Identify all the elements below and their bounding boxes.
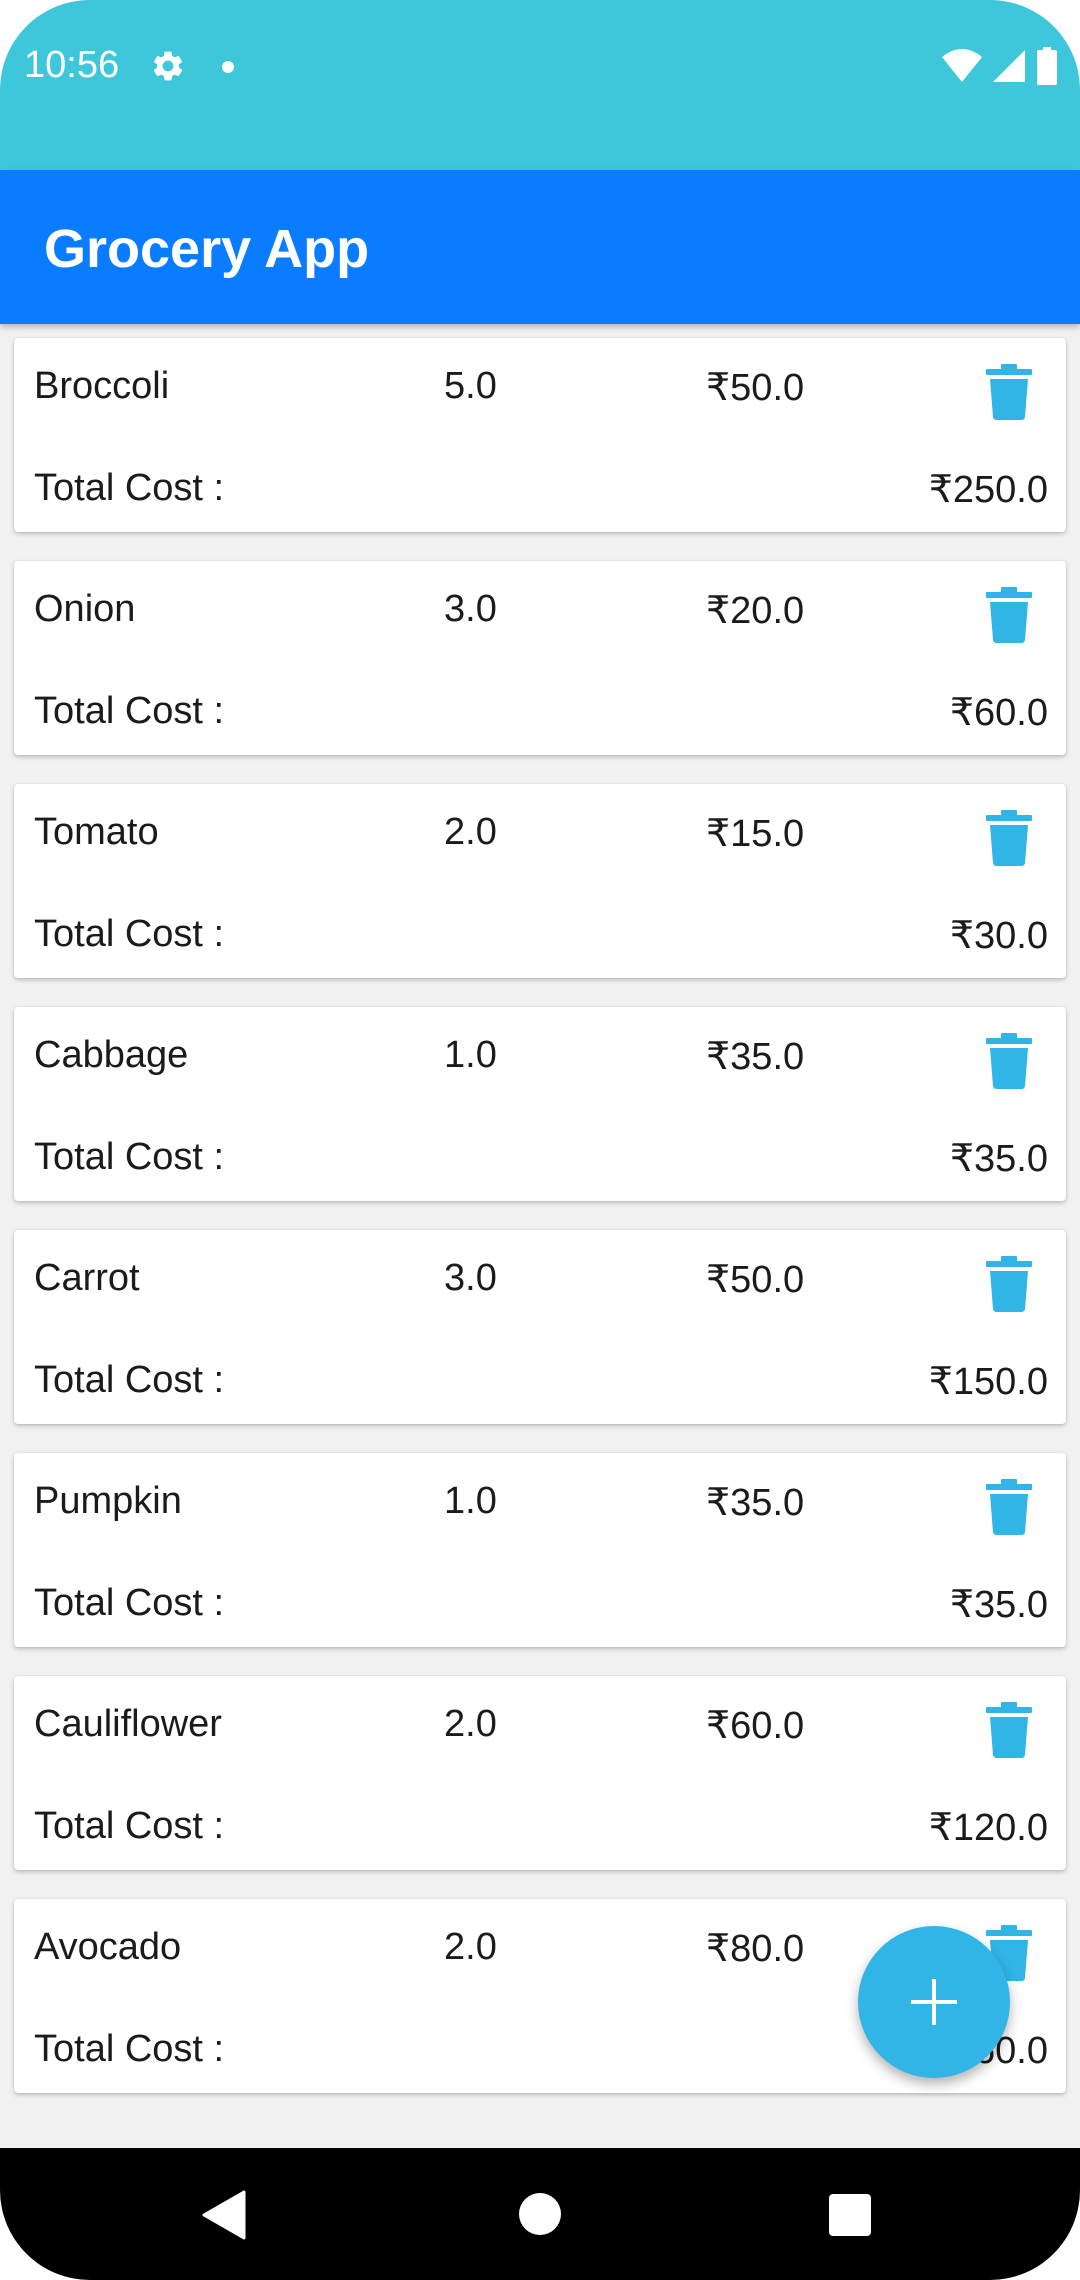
grocery-item-card: Cauliflower 2.0 ₹60.0 Total Cost : ₹120.… [14, 1676, 1066, 1870]
item-price: ₹50.0 [706, 1259, 805, 1301]
item-name: Avocado [34, 1926, 182, 1968]
total-cost-value: ₹30.0 [949, 915, 1048, 957]
status-time: 10:56 [24, 44, 120, 86]
total-cost-value: ₹150.0 [928, 1361, 1048, 1403]
grocery-item-card: Broccoli 5.0 ₹50.0 Total Cost : ₹250.0 [14, 338, 1066, 532]
phone-screen: 10:56 Grocery App Broccoli 5.0 ₹50.0 Tot… [0, 0, 1080, 2280]
total-cost-label: Total Cost : [34, 1805, 225, 1847]
grocery-item-card: Onion 3.0 ₹20.0 Total Cost : ₹60.0 [14, 561, 1066, 755]
item-quantity: 2.0 [444, 1703, 497, 1745]
item-quantity: 3.0 [444, 1257, 497, 1299]
item-name: Cauliflower [34, 1703, 222, 1745]
item-quantity: 5.0 [444, 365, 497, 407]
trash-icon[interactable] [986, 1033, 1032, 1089]
trash-icon[interactable] [986, 587, 1032, 643]
trash-icon[interactable] [986, 1702, 1032, 1758]
item-name: Onion [34, 588, 136, 630]
item-price: ₹20.0 [706, 590, 805, 632]
status-bar: 10:56 [0, 0, 1080, 170]
total-cost-value: ₹120.0 [928, 1807, 1048, 1849]
recent-apps-icon[interactable] [829, 2194, 871, 2236]
grocery-item-card: Carrot 3.0 ₹50.0 Total Cost : ₹150.0 [14, 1230, 1066, 1424]
grocery-item-card: Pumpkin 1.0 ₹35.0 Total Cost : ₹35.0 [14, 1453, 1066, 1647]
item-name: Cabbage [34, 1034, 189, 1076]
navigation-bar [0, 2148, 1080, 2280]
item-price: ₹15.0 [706, 813, 805, 855]
grocery-list: Broccoli 5.0 ₹50.0 Total Cost : ₹250.0 O… [14, 338, 1066, 2122]
settings-gear-icon [153, 51, 183, 81]
app-bar: Grocery App [0, 170, 1080, 324]
total-cost-label: Total Cost : [34, 913, 225, 955]
item-name: Tomato [34, 811, 159, 853]
item-quantity: 1.0 [444, 1034, 497, 1076]
trash-icon[interactable] [986, 1256, 1032, 1312]
total-cost-label: Total Cost : [34, 1136, 225, 1178]
total-cost-label: Total Cost : [34, 467, 225, 509]
trash-icon[interactable] [986, 1479, 1032, 1535]
status-indicators [942, 46, 1058, 86]
item-price: ₹35.0 [706, 1036, 805, 1078]
trash-icon[interactable] [986, 364, 1032, 420]
cell-signal-icon [993, 50, 1025, 82]
battery-icon [1037, 47, 1057, 85]
item-quantity: 2.0 [444, 1926, 497, 1968]
item-price: ₹60.0 [706, 1705, 805, 1747]
total-cost-label: Total Cost : [34, 2028, 225, 2070]
plus-icon [911, 1979, 957, 2025]
home-icon[interactable] [519, 2193, 561, 2235]
item-quantity: 3.0 [444, 588, 497, 630]
item-price: ₹35.0 [706, 1482, 805, 1524]
app-title: Grocery App [44, 219, 370, 279]
back-icon[interactable] [200, 2190, 248, 2240]
item-price: ₹50.0 [706, 367, 805, 409]
total-cost-label: Total Cost : [34, 1582, 225, 1624]
grocery-item-card: Cabbage 1.0 ₹35.0 Total Cost : ₹35.0 [14, 1007, 1066, 1201]
notification-dot-icon [222, 61, 234, 73]
add-item-button[interactable] [858, 1926, 1010, 2078]
item-quantity: 1.0 [444, 1480, 497, 1522]
wifi-icon [942, 49, 982, 82]
trash-icon[interactable] [986, 810, 1032, 866]
item-quantity: 2.0 [444, 811, 497, 853]
total-cost-value: ₹60.0 [949, 692, 1048, 734]
grocery-item-card: Tomato 2.0 ₹15.0 Total Cost : ₹30.0 [14, 784, 1066, 978]
item-price: ₹80.0 [706, 1928, 805, 1970]
item-name: Carrot [34, 1257, 140, 1299]
item-name: Pumpkin [34, 1480, 182, 1522]
item-name: Broccoli [34, 365, 170, 407]
total-cost-label: Total Cost : [34, 690, 225, 732]
total-cost-value: ₹35.0 [949, 1138, 1048, 1180]
total-cost-value: ₹250.0 [928, 469, 1048, 511]
total-cost-value: ₹35.0 [949, 1584, 1048, 1626]
total-cost-label: Total Cost : [34, 1359, 225, 1401]
